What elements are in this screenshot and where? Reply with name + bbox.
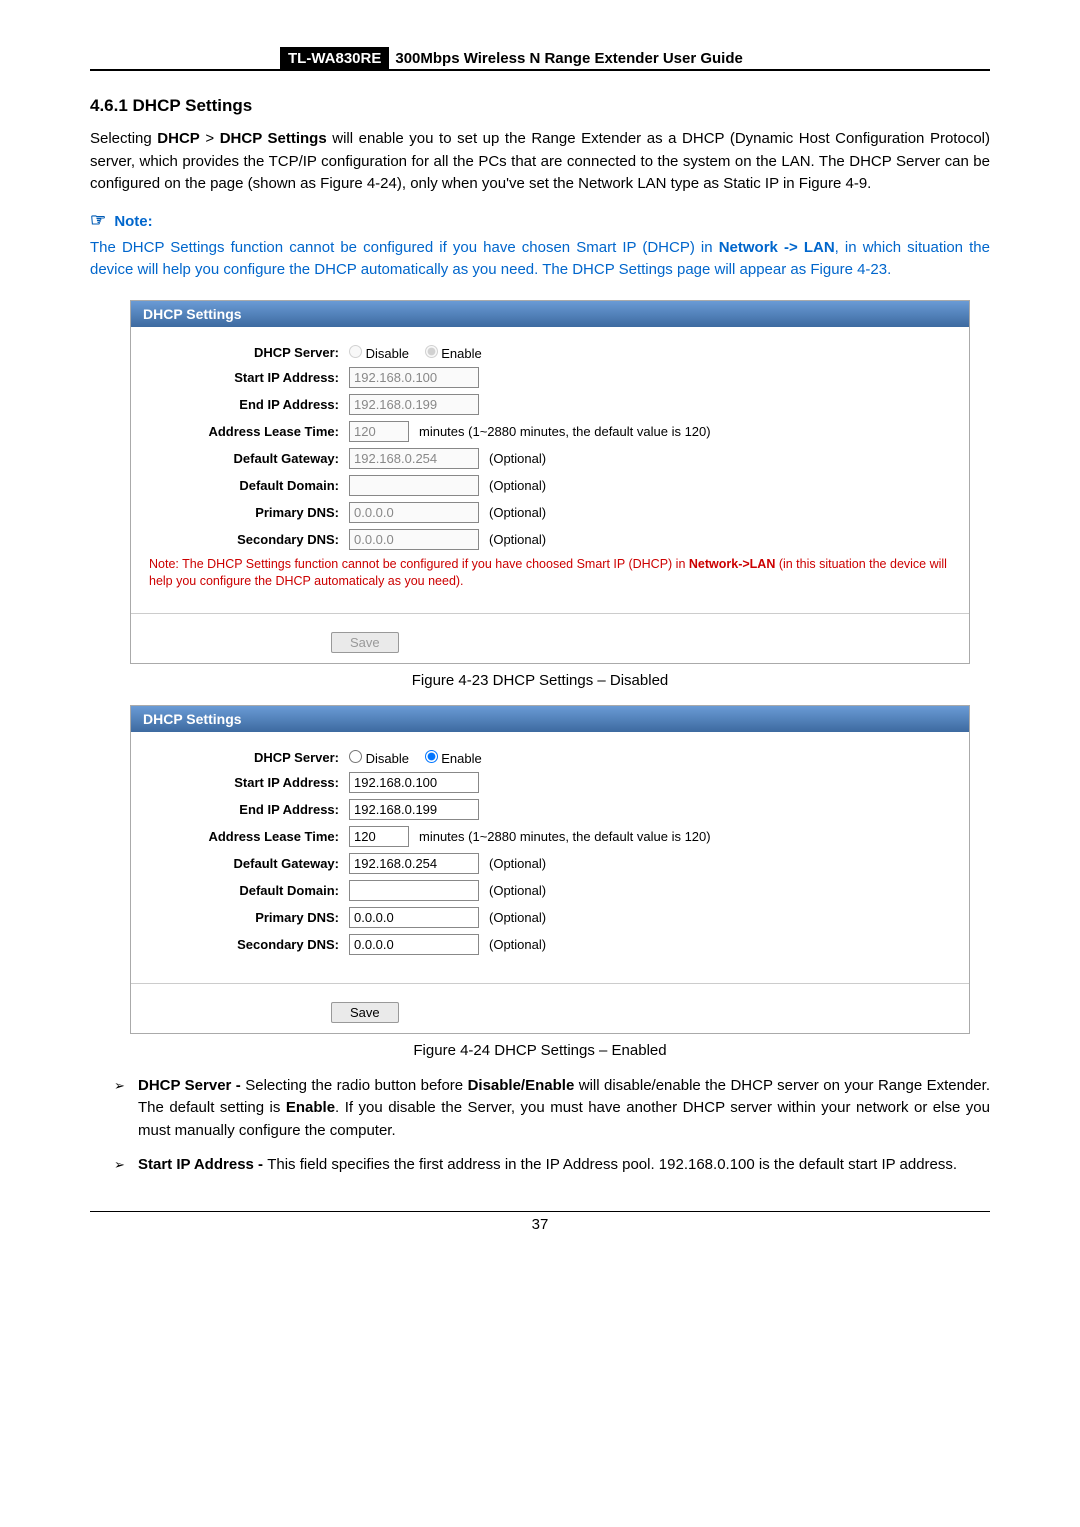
dhcp-server-label: DHCP Server: <box>149 345 349 360</box>
dhcp-server-label: DHCP Server: <box>149 750 349 765</box>
gateway-label: Default Gateway: <box>149 451 349 466</box>
dhcp-server-radio-group: Disable Enable <box>349 750 494 766</box>
domain-input[interactable] <box>349 880 479 901</box>
figure-caption-1: Figure 4-23 DHCP Settings – Disabled <box>90 672 990 689</box>
start-ip-label: Start IP Address: <box>149 370 349 385</box>
start-ip-label: Start IP Address: <box>149 775 349 790</box>
start-ip-input[interactable] <box>349 772 479 793</box>
optional-text: (Optional) <box>489 532 546 547</box>
gateway-label: Default Gateway: <box>149 856 349 871</box>
domain-input[interactable] <box>349 475 479 496</box>
bullet-start-ip: Start IP Address - This field specifies … <box>114 1154 990 1177</box>
primary-dns-label: Primary DNS: <box>149 910 349 925</box>
header-model: TL-WA830RE <box>280 47 389 70</box>
figure-caption-2: Figure 4-24 DHCP Settings – Enabled <box>90 1042 990 1059</box>
end-ip-label: End IP Address: <box>149 397 349 412</box>
gateway-input[interactable] <box>349 853 479 874</box>
panel-warning-note: Note: The DHCP Settings function cannot … <box>149 556 951 591</box>
optional-text: (Optional) <box>489 856 546 871</box>
start-ip-input[interactable] <box>349 367 479 388</box>
optional-text: (Optional) <box>489 451 546 466</box>
dhcp-server-radio-group: Disable Enable <box>349 345 494 361</box>
enable-radio[interactable] <box>425 750 438 763</box>
note-label: Note: <box>114 213 152 230</box>
domain-label: Default Domain: <box>149 478 349 493</box>
enable-radio[interactable] <box>425 345 438 358</box>
lease-time-label: Address Lease Time: <box>149 829 349 844</box>
optional-text: (Optional) <box>489 883 546 898</box>
section-heading: 4.6.1 DHCP Settings <box>90 96 990 116</box>
disable-radio[interactable] <box>349 345 362 358</box>
disable-radio[interactable] <box>349 750 362 763</box>
lease-time-suffix: minutes (1~2880 minutes, the default val… <box>419 424 711 439</box>
intro-paragraph: Selecting DHCP > DHCP Settings will enab… <box>90 128 990 196</box>
optional-text: (Optional) <box>489 505 546 520</box>
panel-title: DHCP Settings <box>131 706 969 732</box>
save-button[interactable]: Save <box>331 632 399 653</box>
note-label-line: ☞ Note: <box>90 210 990 231</box>
bullet-dhcp-server: DHCP Server - Selecting the radio button… <box>114 1075 990 1143</box>
primary-dns-label: Primary DNS: <box>149 505 349 520</box>
dhcp-settings-panel-enabled: DHCP Settings DHCP Server: Disable Enabl… <box>130 705 970 1034</box>
save-button[interactable]: Save <box>331 1002 399 1023</box>
lease-time-suffix: minutes (1~2880 minutes, the default val… <box>419 829 711 844</box>
dhcp-settings-panel-disabled: DHCP Settings DHCP Server: Disable Enabl… <box>130 300 970 664</box>
note-body: The DHCP Settings function cannot be con… <box>90 237 990 282</box>
panel-title: DHCP Settings <box>131 301 969 327</box>
hand-point-icon: ☞ <box>90 210 106 230</box>
bullet-list: DHCP Server - Selecting the radio button… <box>90 1075 990 1177</box>
optional-text: (Optional) <box>489 478 546 493</box>
secondary-dns-input[interactable] <box>349 529 479 550</box>
secondary-dns-label: Secondary DNS: <box>149 937 349 952</box>
optional-text: (Optional) <box>489 937 546 952</box>
primary-dns-input[interactable] <box>349 907 479 928</box>
primary-dns-input[interactable] <box>349 502 479 523</box>
end-ip-label: End IP Address: <box>149 802 349 817</box>
page-number: 37 <box>90 1211 990 1233</box>
end-ip-input[interactable] <box>349 394 479 415</box>
gateway-input[interactable] <box>349 448 479 469</box>
lease-time-label: Address Lease Time: <box>149 424 349 439</box>
page-header: TL-WA830RE 300Mbps Wireless N Range Exten… <box>90 50 990 71</box>
lease-time-input[interactable] <box>349 826 409 847</box>
secondary-dns-input[interactable] <box>349 934 479 955</box>
header-title: 300Mbps Wireless N Range Extender User G… <box>395 50 742 67</box>
end-ip-input[interactable] <box>349 799 479 820</box>
lease-time-input[interactable] <box>349 421 409 442</box>
optional-text: (Optional) <box>489 910 546 925</box>
domain-label: Default Domain: <box>149 883 349 898</box>
secondary-dns-label: Secondary DNS: <box>149 532 349 547</box>
